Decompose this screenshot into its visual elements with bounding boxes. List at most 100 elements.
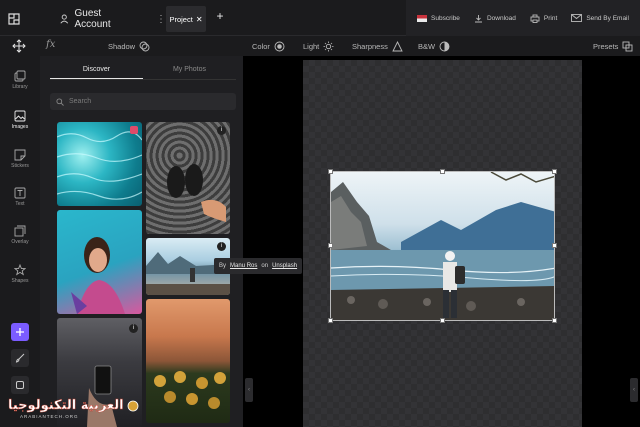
resize-handle-top-right[interactable] (552, 169, 557, 174)
plus-icon (16, 328, 24, 336)
rail-item-stickers[interactable]: Stickers (0, 149, 40, 169)
light-button[interactable]: Light (303, 41, 334, 52)
resize-handle-top[interactable] (440, 169, 445, 174)
close-icon[interactable]: ✕ (196, 15, 203, 24)
rail-item-text[interactable]: Text (0, 187, 40, 207)
photo-thumbnail-sunflowers[interactable] (146, 299, 230, 423)
adjust-toolbar: fx Shadow Color Light Sharpness B&W Pres… (0, 36, 640, 56)
star-icon (14, 264, 26, 276)
bw-button[interactable]: B&W (418, 41, 450, 52)
search-icon (56, 97, 64, 106)
grid-logo-icon (8, 13, 20, 25)
credit-source-link[interactable]: Unsplash (272, 263, 297, 269)
print-label: Print (543, 14, 558, 22)
images-icon (14, 110, 26, 122)
bw-label: B&W (418, 42, 436, 51)
resize-handle-left[interactable] (328, 243, 333, 248)
rail-item-images[interactable]: Images (0, 110, 40, 130)
add-tab-button[interactable]: + (212, 9, 228, 27)
account-label: Guest Account (74, 8, 111, 30)
email-button[interactable]: Send By Email (571, 14, 629, 22)
fx-button[interactable]: fx (46, 39, 55, 50)
rail-label-overlay: Overlay (11, 239, 29, 245)
tab-my-photos[interactable]: My Photos (143, 60, 236, 79)
account-tab[interactable]: Guest Account ⋮ (44, 6, 166, 32)
user-icon (60, 14, 69, 24)
credit-on: on (261, 263, 269, 269)
images-panel: Discover My Photos Search i i i (40, 56, 275, 427)
rail-item-library[interactable]: Library (0, 70, 40, 90)
sharpness-button[interactable]: Sharpness (352, 41, 403, 52)
collapse-panel-button[interactable]: ‹ (245, 378, 253, 402)
presets-label: Presets (593, 42, 619, 51)
color-button[interactable]: Color (252, 41, 285, 52)
shoes-image (167, 164, 226, 222)
print-icon (530, 14, 540, 23)
info-icon-2[interactable]: i (217, 242, 226, 251)
subscribe-button[interactable]: Subscribe (417, 14, 460, 22)
watermark-logo-icon (127, 400, 139, 411)
rail-item-shapes[interactable]: Shapes (0, 264, 40, 284)
selection-icon (16, 381, 24, 389)
resize-handle-bottom-left[interactable] (328, 318, 333, 323)
rail-label-library: Library (12, 84, 28, 90)
photo-thumbnail-water[interactable] (57, 122, 142, 206)
credit-author-link[interactable]: Manu Ros (230, 263, 257, 269)
color-label: Color (252, 42, 270, 51)
tab-discover[interactable]: Discover (50, 60, 143, 79)
overlay-icon (14, 225, 26, 237)
rail-label-shapes: Shapes (11, 278, 29, 284)
flag-icon (417, 14, 428, 22)
add-button[interactable] (11, 323, 29, 341)
mountain-lake-image (331, 172, 554, 320)
photo-thumbnail-woman[interactable] (57, 210, 142, 314)
download-button[interactable]: Download (474, 14, 516, 23)
top-actions: Subscribe Download Print Send By Email (406, 0, 640, 36)
brush-button[interactable] (11, 349, 29, 367)
presets-button[interactable]: Presets (593, 41, 633, 52)
premium-badge-icon (130, 126, 138, 134)
selected-photo[interactable] (330, 171, 555, 321)
presets-icon (622, 41, 633, 52)
resize-handle-top-left[interactable] (328, 169, 333, 174)
top-bar: Guest Account ⋮ Project ✕ + Subscribe Do… (0, 0, 640, 36)
rail-label-text: Text (15, 201, 25, 207)
resize-handle-bottom[interactable] (440, 318, 445, 323)
tab-project[interactable]: Project ✕ (166, 6, 206, 32)
more-vertical-icon[interactable]: ⋮ (156, 14, 166, 25)
search-input[interactable]: Search (50, 93, 236, 110)
search-placeholder: Search (69, 98, 92, 105)
triangle-icon (392, 41, 403, 52)
light-label: Light (303, 42, 320, 51)
rail-item-overlay[interactable]: Overlay (0, 225, 40, 245)
email-label: Send By Email (586, 14, 629, 22)
credit-by: By (219, 263, 227, 269)
shadow-button[interactable]: Shadow (108, 41, 150, 52)
rail-label-images: Images (11, 124, 29, 130)
panel-tabs: Discover My Photos (50, 60, 236, 80)
shadow-label: Shadow (108, 42, 136, 51)
library-icon (14, 70, 26, 82)
rail-label-stickers: Stickers (11, 163, 29, 169)
photo-credit-tooltip: By Manu Ros on Unsplash (214, 258, 303, 274)
download-icon (474, 14, 482, 22)
site-watermark: العربية التكنولوجيا (8, 398, 139, 413)
sharpness-label: Sharpness (352, 42, 388, 51)
photo-thumbnail-shoes[interactable]: i (146, 122, 230, 234)
woman-portrait-image (71, 237, 125, 314)
resize-handle-bottom-right[interactable] (552, 318, 557, 323)
subscribe-label: Subscribe (431, 14, 460, 22)
resize-handle-right[interactable] (552, 243, 557, 248)
info-icon-3[interactable]: i (129, 324, 138, 333)
download-label: Download (486, 14, 516, 22)
info-icon[interactable]: i (217, 126, 226, 135)
print-button[interactable]: Print (530, 14, 557, 23)
sunflowers-image (154, 371, 226, 409)
collapse-right-button[interactable]: ‹ (630, 378, 638, 402)
move-tool-button[interactable] (12, 39, 26, 53)
watermark-title: العربية التكنولوجيا (8, 398, 124, 413)
text-icon (14, 187, 26, 199)
select-button[interactable] (11, 376, 29, 394)
app-logo[interactable] (0, 6, 28, 32)
color-icon (274, 41, 285, 52)
